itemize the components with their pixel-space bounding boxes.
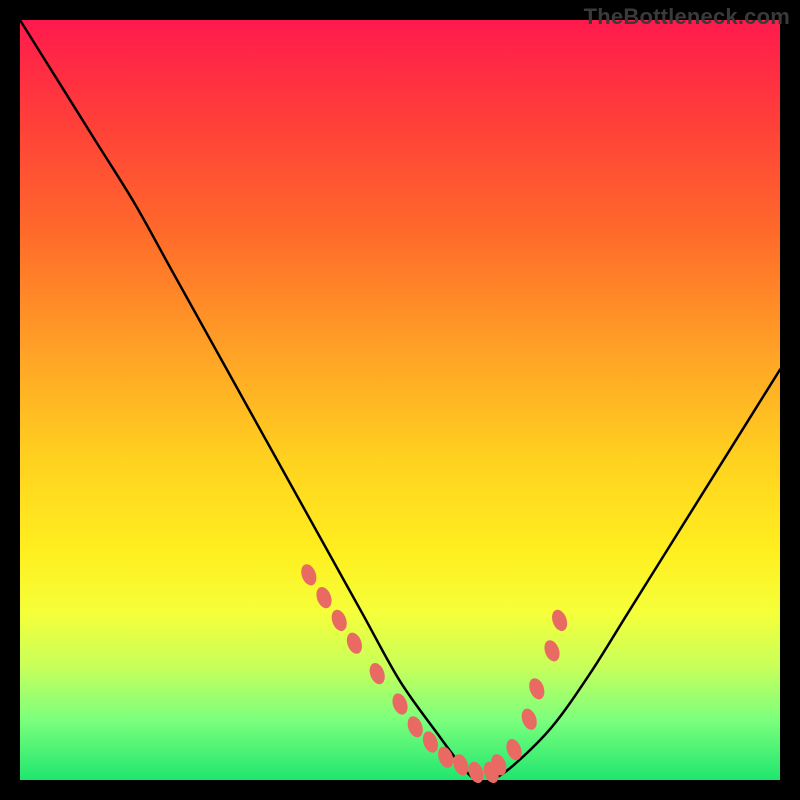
curve-svg bbox=[20, 20, 780, 780]
bottleneck-curve bbox=[20, 20, 780, 782]
marker-dot bbox=[549, 608, 570, 633]
marker-dot bbox=[367, 661, 388, 686]
plot-area bbox=[20, 20, 780, 780]
marker-dot bbox=[298, 562, 319, 587]
marker-dot bbox=[344, 630, 365, 655]
marker-dot bbox=[526, 676, 547, 701]
marker-dot bbox=[542, 638, 563, 663]
marker-dot bbox=[314, 585, 335, 610]
chart-frame: TheBottleneck.com bbox=[0, 0, 800, 800]
marker-dot bbox=[390, 691, 411, 716]
marker-dot bbox=[329, 608, 350, 633]
marker-dot bbox=[435, 744, 456, 769]
watermark-text: TheBottleneck.com bbox=[584, 4, 790, 30]
marker-dot bbox=[519, 706, 540, 731]
marker-dot bbox=[405, 714, 426, 739]
